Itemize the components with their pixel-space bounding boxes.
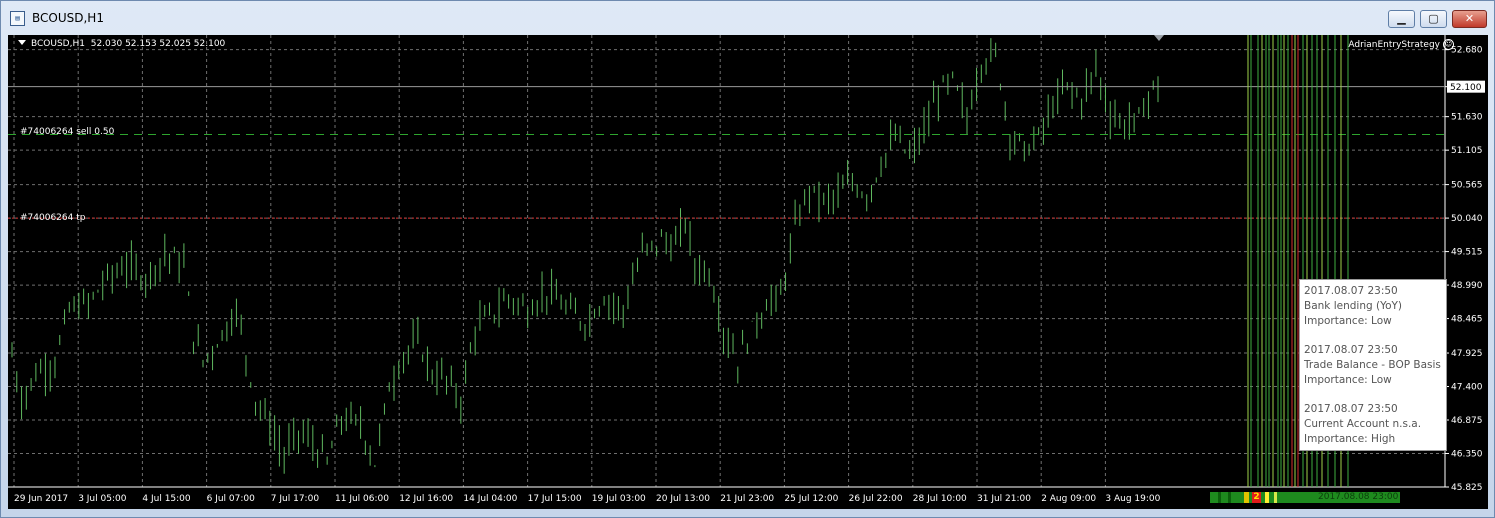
header-symbol: BCOUSD,H1 [31,39,85,49]
chart-header: BCOUSD,H1 52.030 52.153 52.025 52.100 [18,39,225,49]
x-tick-label: 20 Jul 13:00 [656,494,710,504]
calendar-event-marker [1218,492,1221,503]
x-tick-label: 29 Jun 2017 [14,494,68,504]
x-tick-label: 7 Jul 17:00 [271,494,320,504]
minimize-button[interactable]: ▁ [1388,10,1415,28]
news-title: Current Account n.s.a. [1304,418,1422,430]
y-tick-label: 48.465 [1451,315,1483,325]
x-tick-label: 31 Jul 21:00 [977,494,1031,504]
chart-canvas[interactable]: 29 Jun 2017 3 Jul 05:00 4 Jul 15:00 6 Jul 0… [8,35,1488,509]
close-icon: ✕ [1464,12,1475,25]
y-tick-label: 45.825 [1451,483,1483,493]
x-tick-label: 21 Jul 23:00 [720,494,774,504]
y-tick-label: 49.515 [1451,248,1483,258]
news-time: 2017.08.07 23:50 [1304,403,1398,415]
news-item: 2017.08.07 23:50 Current Account n.s.a. … [1304,402,1446,447]
news-importance: Importance: Low [1304,374,1392,386]
news-time: 2017.08.07 23:50 [1304,344,1398,356]
news-title: Bank lending (YoY) [1304,300,1403,312]
x-tick-label: 26 Jul 22:00 [849,494,903,504]
y-tick-label: 46.875 [1451,416,1483,426]
x-tick-label: 6 Jul 07:00 [207,494,256,504]
calendar-event-marker [1274,492,1277,503]
calendar-timeline-bar[interactable]: 2 2017.08.08 23:00 [1210,492,1400,503]
x-tick-label: 17 Jul 15:00 [528,494,582,504]
minimize-icon: ▁ [1397,12,1406,25]
y-tick-label: 51.630 [1451,113,1483,123]
maximize-icon: ▢ [1428,12,1439,25]
y-tick-label: 51.105 [1451,146,1483,156]
x-tick-label: 12 Jul 16:00 [399,494,453,504]
calendar-event-marker [1265,492,1269,503]
expert-status-icon[interactable]: ☺ [1443,39,1454,50]
sell-order-label: #74006264 sell 0.50 [20,127,115,137]
x-tick-label: 2 Aug 09:00 [1041,494,1096,504]
x-tick-label: 3 Jul 05:00 [78,494,127,504]
title-bar[interactable]: ▤ BCOUSD,H1 ▁ ▢ ✕ [1,1,1494,35]
header-ohlc: 52.030 52.153 52.025 52.100 [90,39,226,49]
chart-window: ▤ BCOUSD,H1 ▁ ▢ ✕ 29 Jun 2017 3 Jul 05:00… [0,0,1495,518]
window-title: BCOUSD,H1 [32,11,104,25]
news-time: 2017.08.07 23:50 [1304,285,1398,297]
y-tick-label: 50.565 [1451,181,1483,191]
chart-menu-triangle-icon[interactable] [18,40,26,45]
price-chart[interactable]: 29 Jun 2017 3 Jul 05:00 4 Jul 15:00 6 Jul 0… [8,35,1488,509]
x-tick-label: 3 Aug 19:00 [1105,494,1160,504]
news-importance: Importance: High [1304,433,1396,445]
x-tick-label: 25 Jul 12:00 [784,494,838,504]
y-tick-label: 46.350 [1451,450,1483,460]
y-tick-label: 50.040 [1451,214,1483,224]
x-tick-label: 28 Jul 10:00 [913,494,967,504]
current-price-label: 52.100 [1450,83,1482,93]
expert-name: AdrianEntryStrategy [1348,40,1440,50]
calendar-event-marker [1244,492,1249,503]
y-tick-label: 47.925 [1451,349,1483,359]
x-tick-label: 14 Jul 04:00 [463,494,517,504]
x-tick-label: 4 Jul 15:00 [142,494,191,504]
news-title: Trade Balance - BOP Basis [1304,359,1441,371]
calendar-next-event-time: 2017.08.08 23:00 [1318,492,1399,502]
maximize-button[interactable]: ▢ [1420,10,1447,28]
calendar-event-marker [1228,492,1231,503]
y-tick-label: 52.680 [1451,46,1483,56]
shift-marker-icon[interactable] [1154,35,1164,41]
y-tick-label: 48.990 [1451,281,1483,291]
x-tick-label: 19 Jul 03:00 [592,494,646,504]
x-tick-label: 11 Jul 06:00 [335,494,389,504]
y-tick-label: 47.400 [1451,383,1483,393]
chart-window-icon: ▤ [10,11,25,26]
news-importance: Importance: Low [1304,315,1392,327]
take-profit-label: #74006264 tp [20,213,86,223]
news-item: 2017.08.07 23:50 Bank lending (YoY) Impo… [1304,284,1446,329]
calendar-event-count: 2 [1252,492,1261,503]
news-item: 2017.08.07 23:50 Trade Balance - BOP Bas… [1304,343,1446,388]
news-tooltip: 2017.08.07 23:50 Bank lending (YoY) Impo… [1299,279,1447,451]
close-button[interactable]: ✕ [1452,10,1487,28]
